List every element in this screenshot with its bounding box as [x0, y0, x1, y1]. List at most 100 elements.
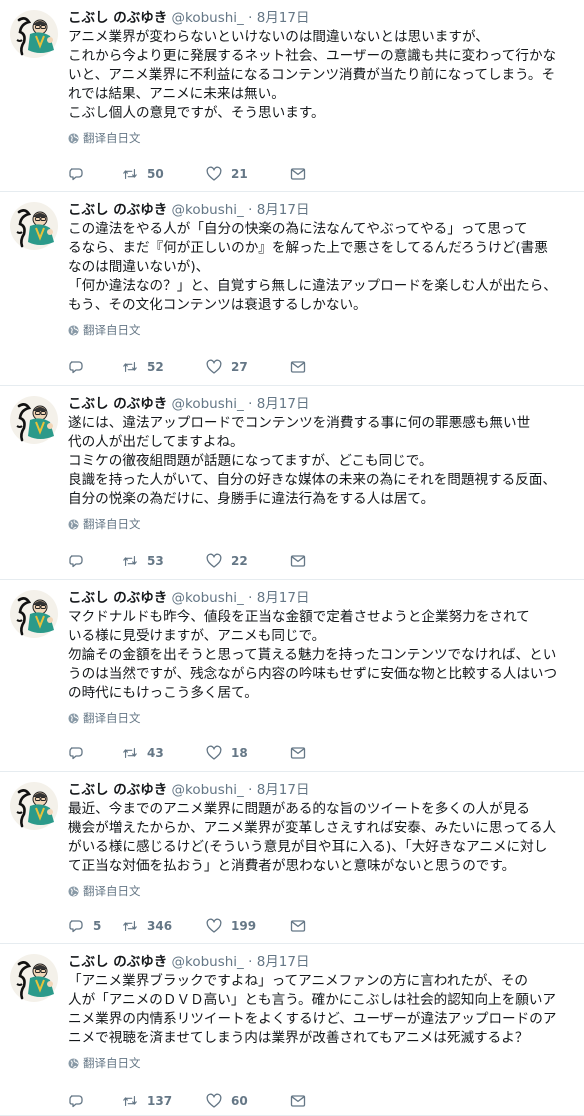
- tweet-date[interactable]: 8月17日: [257, 202, 310, 218]
- display-name[interactable]: こぶし のぶゆき: [68, 396, 167, 412]
- user-handle[interactable]: @kobushi_: [172, 396, 244, 412]
- tweet[interactable]: こぶし のぶゆき @kobushi_ · 8月17日 「アニメ業界ブラックですよ…: [0, 944, 584, 1116]
- tweet-date[interactable]: 8月17日: [257, 396, 310, 412]
- display-name[interactable]: こぶし のぶゆき: [68, 202, 167, 218]
- globe-icon: [68, 885, 79, 897]
- tweet[interactable]: こぶし のぶゆき @kobushi_ · 8月17日 最近、今までのアニメ業界に…: [0, 772, 584, 944]
- user-handle[interactable]: @kobushi_: [172, 10, 244, 26]
- avatar-image: [10, 396, 58, 444]
- tweet[interactable]: こぶし のぶゆき @kobushi_ · 8月17日 アニメ業界が変わらないとい…: [0, 0, 584, 192]
- retweet-icon: [123, 1095, 137, 1107]
- tweet-date[interactable]: 8月17日: [257, 782, 310, 798]
- tweet-date[interactable]: 8月17日: [257, 10, 310, 26]
- retweet-button[interactable]: 43: [122, 745, 206, 761]
- globe-icon: [68, 712, 79, 724]
- display-name[interactable]: こぶし のぶゆき: [68, 782, 167, 798]
- globe-icon: [68, 132, 79, 144]
- like-count: 18: [231, 746, 248, 760]
- envelope-icon: [290, 168, 306, 180]
- translate-link[interactable]: 翻译自日文: [68, 321, 578, 339]
- user-handle[interactable]: @kobushi_: [172, 954, 244, 970]
- tweet-date[interactable]: 8月17日: [257, 954, 310, 970]
- retweet-icon: [123, 361, 137, 373]
- like-button[interactable]: 199: [206, 918, 290, 934]
- avatar[interactable]: [10, 590, 58, 638]
- avatar[interactable]: [10, 10, 58, 58]
- reply-button[interactable]: [68, 166, 122, 182]
- reply-count: 5: [93, 919, 102, 933]
- tweet-text: マクドナルドも昨今、値段を正当な金額で定着させようと企業努力をされて いる様に見…: [68, 609, 558, 701]
- display-name[interactable]: こぶし のぶゆき: [68, 10, 167, 26]
- like-button[interactable]: 18: [206, 745, 290, 761]
- reply-button[interactable]: [68, 1093, 122, 1109]
- translate-link[interactable]: 翻译自日文: [68, 882, 578, 900]
- separator: ·: [248, 590, 253, 606]
- user-handle[interactable]: @kobushi_: [172, 782, 244, 798]
- tweet-date[interactable]: 8月17日: [257, 590, 310, 606]
- direct-message-button[interactable]: [290, 1093, 306, 1109]
- user-handle[interactable]: @kobushi_: [172, 202, 244, 218]
- like-button[interactable]: 22: [206, 553, 290, 569]
- avatar-image: [10, 10, 58, 58]
- translate-link[interactable]: 翻译自日文: [68, 515, 578, 533]
- retweet-icon: [123, 920, 137, 932]
- user-handle[interactable]: @kobushi_: [172, 590, 244, 606]
- retweet-button[interactable]: 50: [122, 166, 206, 182]
- retweet-count: 137: [147, 1094, 173, 1108]
- direct-message-button[interactable]: [290, 745, 306, 761]
- tweet-text: 遂には、違法アップロードでコンテンツを消費する事に何の罪悪感も無い世 代の人が出…: [68, 415, 557, 507]
- heart-icon: [206, 553, 222, 568]
- globe-icon: [68, 518, 79, 530]
- tweet-actions: 50 21: [68, 164, 306, 184]
- like-button[interactable]: 27: [206, 359, 290, 375]
- reply-button[interactable]: [68, 553, 122, 569]
- retweet-button[interactable]: 53: [122, 553, 206, 569]
- reply-button[interactable]: [68, 745, 122, 761]
- separator: ·: [248, 10, 253, 26]
- avatar[interactable]: [10, 396, 58, 444]
- reply-button[interactable]: [68, 359, 122, 375]
- like-count: 60: [231, 1094, 248, 1108]
- heart-icon: [206, 745, 222, 760]
- direct-message-button[interactable]: [290, 359, 306, 375]
- avatar[interactable]: [10, 954, 58, 1002]
- like-button[interactable]: 60: [206, 1093, 290, 1109]
- tweet-header: こぶし のぶゆき @kobushi_ · 8月17日: [68, 952, 578, 972]
- tweet-header: こぶし のぶゆき @kobushi_ · 8月17日: [68, 588, 578, 608]
- envelope-icon: [290, 555, 306, 567]
- tweet[interactable]: こぶし のぶゆき @kobushi_ · 8月17日 遂には、違法アップロードで…: [0, 386, 584, 580]
- retweet-icon: [123, 747, 137, 759]
- translate-link[interactable]: 翻译自日文: [68, 709, 578, 727]
- heart-icon: [206, 166, 222, 181]
- tweet-text: 「アニメ業界ブラックですよね」ってアニメファンの方に言われたが、その 人が「アニ…: [68, 973, 557, 1046]
- retweet-button[interactable]: 52: [122, 359, 206, 375]
- envelope-icon: [290, 1095, 306, 1107]
- envelope-icon: [290, 747, 306, 759]
- direct-message-button[interactable]: [290, 553, 306, 569]
- tweet-header: こぶし のぶゆき @kobushi_ · 8月17日: [68, 394, 578, 414]
- tweet[interactable]: こぶし のぶゆき @kobushi_ · 8月17日 この違法をやる人が「自分の…: [0, 192, 584, 386]
- retweet-count: 346: [147, 919, 173, 933]
- retweet-button[interactable]: 346: [122, 918, 206, 934]
- like-count: 27: [231, 360, 248, 374]
- retweet-button[interactable]: 137: [122, 1093, 206, 1109]
- like-count: 22: [231, 554, 248, 568]
- tweet[interactable]: こぶし のぶゆき @kobushi_ · 8月17日 マクドナルドも昨今、値段を…: [0, 580, 584, 772]
- envelope-icon: [290, 920, 306, 932]
- translate-link[interactable]: 翻译自日文: [68, 1054, 578, 1072]
- like-count: 199: [231, 919, 257, 933]
- avatar[interactable]: [10, 782, 58, 830]
- retweet-icon: [123, 168, 137, 180]
- heart-icon: [206, 1093, 222, 1108]
- direct-message-button[interactable]: [290, 918, 306, 934]
- reply-button[interactable]: 5: [68, 918, 122, 934]
- translate-label: 翻译自日文: [83, 1056, 141, 1070]
- avatar-image: [10, 590, 58, 638]
- like-button[interactable]: 21: [206, 166, 290, 182]
- like-count: 21: [231, 167, 248, 181]
- display-name[interactable]: こぶし のぶゆき: [68, 954, 167, 970]
- display-name[interactable]: こぶし のぶゆき: [68, 590, 167, 606]
- avatar[interactable]: [10, 202, 58, 250]
- translate-link[interactable]: 翻译自日文: [68, 129, 578, 147]
- direct-message-button[interactable]: [290, 166, 306, 182]
